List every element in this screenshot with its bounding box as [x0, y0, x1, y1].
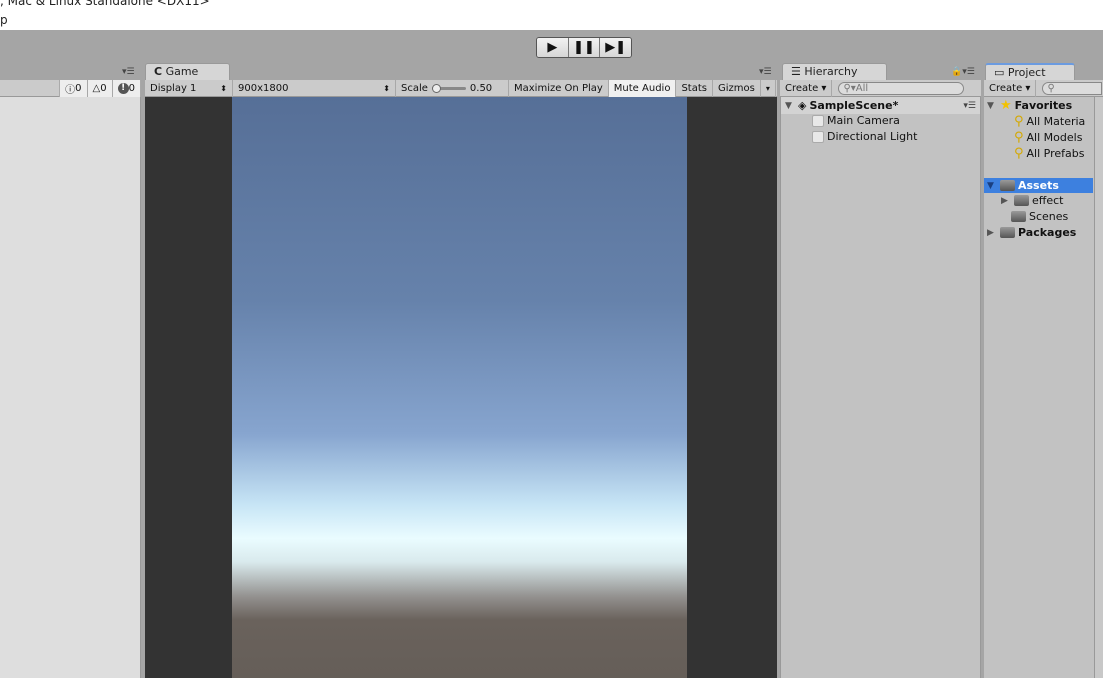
pause-button[interactable]: ❚❚: [568, 38, 601, 57]
title-bar: , Mac & Linux Standalone <DX11> p: [0, 0, 1103, 30]
scene-name: SampleScene*: [809, 99, 899, 112]
favorite-item[interactable]: ⚲ All Materia: [1014, 114, 1085, 129]
item-label: All Models: [1026, 131, 1083, 144]
search-filter-icon: ⚲: [1014, 114, 1024, 129]
gameobject-icon: [812, 130, 824, 143]
lock-icon[interactable]: 🔒▾☰: [951, 67, 975, 77]
panel-menu-icon[interactable]: ▾☰: [759, 67, 772, 77]
gizmos-toggle[interactable]: Gizmos: [713, 79, 761, 97]
warning-toggle[interactable]: △ 0: [87, 79, 113, 97]
console-toolbar: ⓘ 0 △ 0 ! 0: [0, 79, 141, 97]
playback-controls: ▶ ❚❚ ▶❚: [536, 37, 632, 58]
star-icon: ★: [1000, 98, 1012, 113]
expand-arrow-icon: ▶: [987, 227, 994, 238]
expand-arrow-icon: ▶: [1001, 195, 1008, 206]
mute-audio-toggle[interactable]: Mute Audio: [608, 79, 677, 97]
warning-icon: △: [92, 82, 101, 94]
info-count: 0: [75, 82, 82, 94]
window-title: , Mac & Linux Standalone <DX11>: [0, 0, 210, 8]
display-dropdown[interactable]: Display 1 ⬍: [145, 79, 233, 97]
scene-menu-icon[interactable]: ▾☰: [963, 101, 976, 111]
console-panel: [0, 97, 141, 678]
project-assets-pane: [1094, 97, 1103, 678]
hierarchy-item[interactable]: Directional Light: [812, 130, 917, 143]
assets-row[interactable]: ▼ Assets: [984, 178, 1093, 193]
expand-arrow-icon: ▼: [987, 100, 994, 111]
item-label: All Materia: [1026, 115, 1086, 128]
gizmos-dropdown[interactable]: ▾: [761, 79, 776, 97]
scene-row[interactable]: ▼ ◈ SampleScene* ▾☰: [781, 97, 980, 114]
scale-slider[interactable]: Scale 0.50: [396, 79, 509, 97]
game-toolbar: Display 1 ⬍ 900x1800 ⬍ Scale 0.50 Maximize …: [145, 79, 777, 97]
folder-icon: [1014, 195, 1029, 206]
tab-project-label: Project: [1007, 66, 1046, 79]
folder-item[interactable]: Scenes: [1011, 210, 1068, 223]
hierarchy-item[interactable]: Main Camera: [812, 114, 900, 127]
display-value: Display 1: [150, 82, 197, 94]
search-placeholder: All: [855, 82, 869, 94]
scale-slider-thumb[interactable]: [431, 84, 441, 93]
game-render: [232, 97, 687, 678]
project-tree: ▼ ★ Favorites ⚲ All Materia ⚲ All Models ⚲ Al…: [984, 97, 1094, 678]
folder-icon: [1000, 227, 1015, 238]
favorites-row[interactable]: ▼ ★ Favorites: [987, 98, 1072, 113]
project-toolbar: Create ▾ ⚲: [984, 79, 1103, 97]
project-search-input[interactable]: ⚲: [1042, 81, 1103, 95]
folder-tab-icon: ▭: [994, 66, 1005, 79]
resolution-value: 900x1800: [238, 82, 289, 94]
resolution-dropdown[interactable]: 900x1800 ⬍: [233, 79, 396, 97]
panel-menu-icon[interactable]: ▾☰: [122, 67, 135, 77]
favorites-label: Favorites: [1014, 99, 1073, 112]
info-toggle[interactable]: ⓘ 0: [59, 79, 88, 97]
gameobject-icon: [812, 114, 824, 127]
folder-icon: [1000, 180, 1015, 191]
tab-hierarchy-label: Hierarchy: [804, 65, 858, 78]
assets-label: Assets: [1018, 179, 1059, 192]
hierarchy-search-input[interactable]: ⚲▾All: [838, 81, 965, 95]
favorite-item[interactable]: ⚲ All Models: [1014, 130, 1082, 145]
hierarchy-create-button[interactable]: Create ▾: [780, 79, 833, 97]
search-filter-icon: ⚲: [1014, 146, 1024, 161]
packages-row[interactable]: ▶ Packages: [987, 226, 1076, 239]
search-filter-icon: ⚲: [1014, 130, 1024, 145]
item-label: Main Camera: [827, 114, 900, 127]
warning-count: 0: [100, 82, 107, 94]
tab-hierarchy[interactable]: ☰ Hierarchy: [782, 63, 887, 81]
list-icon: ☰: [791, 65, 801, 78]
scale-label: Scale: [401, 82, 428, 94]
create-label: Create: [989, 82, 1023, 94]
item-label: All Prefabs: [1026, 147, 1085, 160]
unity-icon: ◈: [798, 99, 807, 112]
tab-game[interactable]: C Game: [145, 63, 230, 81]
game-icon: C: [154, 65, 163, 78]
packages-label: Packages: [1018, 226, 1077, 239]
error-icon: !: [117, 82, 129, 94]
expand-arrow-icon: ▼: [785, 100, 792, 111]
scale-value: 0.50: [469, 82, 493, 94]
info-icon: ⓘ: [65, 84, 76, 96]
project-create-button[interactable]: Create ▾: [984, 79, 1037, 97]
scale-slider-track[interactable]: [431, 84, 466, 93]
folder-item[interactable]: ▶ effect: [1001, 194, 1063, 207]
favorite-item[interactable]: ⚲ All Prefabs: [1014, 146, 1084, 161]
item-label: effect: [1032, 194, 1064, 207]
stats-toggle[interactable]: Stats: [676, 79, 713, 97]
expand-arrow-icon: ▼: [987, 180, 994, 191]
play-button[interactable]: ▶: [537, 38, 569, 57]
hierarchy-toolbar: Create ▾ ⚲▾All: [780, 79, 981, 97]
step-button[interactable]: ▶❚: [600, 38, 631, 57]
hierarchy-panel: ▼ ◈ SampleScene* ▾☰ Main Camera Directional…: [780, 97, 981, 678]
maximize-on-play-toggle[interactable]: Maximize On Play: [509, 79, 609, 97]
tab-game-label: Game: [165, 65, 199, 78]
item-label: Scenes: [1029, 210, 1069, 223]
folder-icon: [1011, 211, 1026, 222]
item-label: Directional Light: [827, 130, 918, 143]
error-toggle[interactable]: ! 0: [112, 79, 141, 97]
game-viewport[interactable]: [145, 97, 777, 678]
menu-help[interactable]: p: [0, 13, 8, 27]
tab-project[interactable]: ▭ Project: [985, 63, 1075, 81]
create-label: Create: [785, 82, 819, 94]
error-count: 0: [128, 82, 135, 94]
